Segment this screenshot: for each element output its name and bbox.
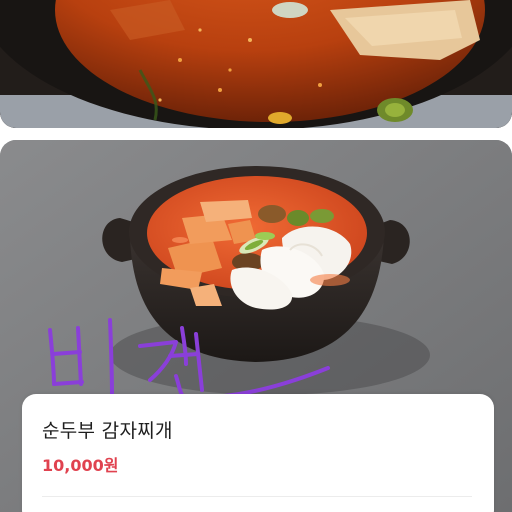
product-info-card[interactable]: 순두부 감자찌개 10,000원 [22,394,494,512]
menu-screen: 순두부 감자찌개 10,000원 [0,0,512,512]
card-divider [42,496,472,497]
product-name: 순두부 감자찌개 [42,420,173,442]
product-price: 10,000원 [42,456,119,475]
previous-item-photo[interactable] [0,0,512,128]
stew-photo-image [0,0,512,128]
